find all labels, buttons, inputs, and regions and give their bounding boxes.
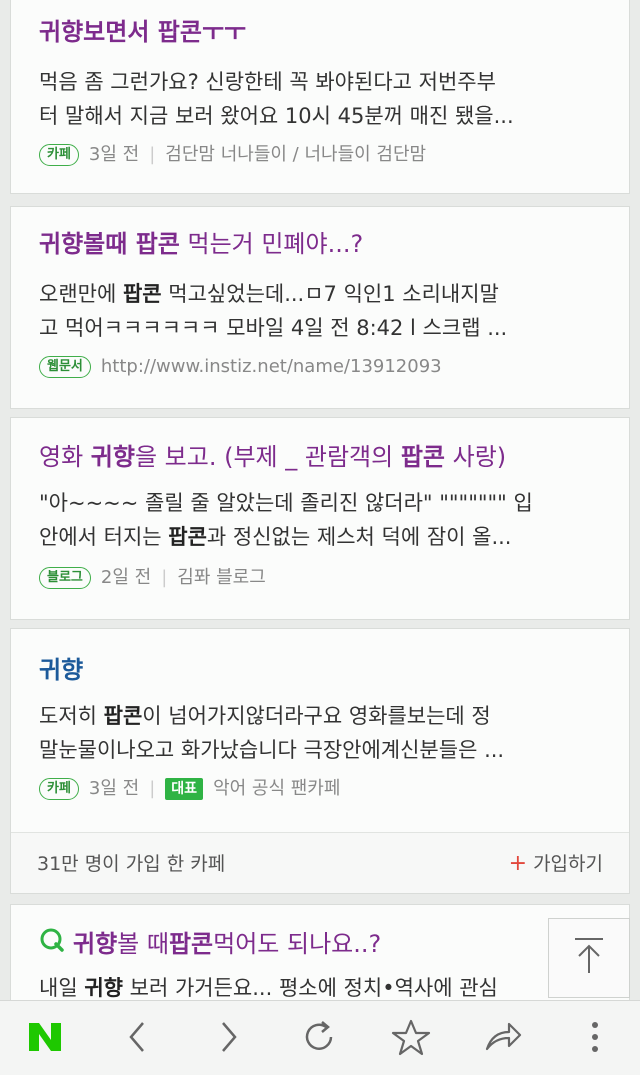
result-meta: 웹문서 http://www.instiz.net/name/13912093	[39, 353, 442, 381]
result-title[interactable]: 귀향볼때 팝콘 먹는거 민폐야...?	[39, 229, 363, 259]
result-meta: 카페 3일 전 | 검단맘 너나들이 / 너나들이 검단맘	[39, 141, 426, 169]
browser-toolbar	[0, 1000, 640, 1075]
more-icon	[589, 1019, 601, 1059]
cafe-badge: 카페	[39, 778, 79, 800]
result-card[interactable]: 귀향볼때 팝콘 먹는거 민폐야...? 오랜만에 팝콘 먹고싶었는데...ㅁ7 …	[10, 206, 630, 409]
cafe-badge: 카페	[39, 144, 79, 166]
bookmark-button[interactable]	[386, 1014, 436, 1064]
join-cafe-button[interactable]: + 가입하기	[509, 849, 603, 876]
result-url[interactable]: http://www.instiz.net/name/13912093	[101, 353, 442, 381]
refresh-icon	[300, 1018, 338, 1060]
result-snippet: 오랜만에 팝콘 먹고싶었는데...ㅁ7 익인1 소리내지말 고 먹어ㅋㅋㅋㅋㅋㅋ…	[39, 282, 508, 340]
result-source[interactable]: 악어 공식 팬카페	[213, 775, 340, 803]
result-card[interactable]: 귀향 도저히 팝콘이 넘어가지않더라구요 영화를보는데 정 말눈물이나오고 화가…	[10, 628, 630, 894]
blog-badge: 블로그	[39, 567, 91, 589]
back-button[interactable]	[112, 1014, 162, 1064]
webdoc-badge: 웹문서	[39, 356, 91, 378]
scroll-top-button[interactable]	[548, 918, 630, 998]
result-card[interactable]: 귀향보면서 팝콘ㅜㅜ 먹음 좀 그런가요? 신랑한테 꼭 봐야된다고 저번주부 …	[10, 0, 630, 194]
representative-badge: 대표	[165, 778, 204, 800]
result-snippet: "아~~~~ 졸릴 줄 알았는데 졸리진 않더라" """"""" 입 안에서 …	[39, 491, 533, 549]
result-age: 3일 전	[88, 778, 140, 799]
naver-home-button[interactable]	[20, 1014, 70, 1064]
share-button[interactable]	[478, 1014, 528, 1064]
question-icon	[39, 927, 65, 960]
result-card[interactable]: 영화 귀향을 보고. (부제 _ 관람객의 팝콘 사랑) "아~~~~ 졸릴 줄…	[10, 417, 630, 620]
share-icon	[483, 1019, 523, 1059]
result-title[interactable]: 귀향 볼 때 팝콘 먹어도 되나요..?	[39, 927, 381, 960]
result-age: 3일 전	[88, 144, 140, 165]
result-title[interactable]: 귀향	[39, 655, 83, 685]
scroll-top-icon	[571, 936, 607, 980]
forward-icon	[217, 1019, 241, 1059]
result-meta: 블로그 2일 전 | 김퐈 블로그	[39, 564, 266, 592]
result-source[interactable]: 김퐈 블로그	[177, 564, 266, 592]
result-snippet: 도저히 팝콘이 넘어가지않더라구요 영화를보는데 정 말눈물이나오고 화가났습니…	[39, 704, 505, 762]
result-snippet: 먹음 좀 그런가요? 신랑한테 꼭 봐야된다고 저번주부 터 말해서 지금 보러…	[39, 70, 514, 128]
more-button[interactable]	[570, 1014, 620, 1064]
naver-logo-icon	[27, 1021, 63, 1057]
back-icon	[125, 1019, 149, 1059]
result-age: 2일 전	[100, 567, 152, 588]
result-title[interactable]: 귀향보면서 팝콘ㅜㅜ	[39, 17, 246, 47]
cafe-footer: 31만 명이 가입 한 카페 + 가입하기	[11, 832, 629, 893]
member-count: 31만 명이 가입 한 카페	[37, 853, 226, 875]
plus-icon: +	[508, 851, 528, 876]
bookmark-star-icon	[391, 1018, 431, 1060]
result-title[interactable]: 영화 귀향을 보고. (부제 _ 관람객의 팝콘 사랑)	[39, 442, 506, 472]
result-source[interactable]: 검단맘 너나들이 / 너나들이 검단맘	[165, 141, 426, 169]
refresh-button[interactable]	[294, 1014, 344, 1064]
result-meta: 카페 3일 전 | 대표 악어 공식 팬카페	[39, 775, 340, 803]
forward-button[interactable]	[204, 1014, 254, 1064]
